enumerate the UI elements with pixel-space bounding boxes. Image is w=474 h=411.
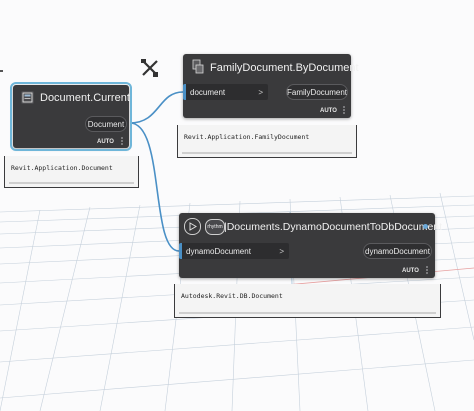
node-document-current[interactable]: Document.Current Document AUTO <box>10 82 132 151</box>
input-arrow: > <box>258 87 263 97</box>
output-port-document[interactable]: Document <box>85 116 127 132</box>
output-port-dynamo-document[interactable]: dynamoDocument <box>363 243 432 259</box>
input-port-dynamo-document[interactable]: dynamoDocument > <box>179 243 289 259</box>
preview-text: Revit.Application.FamilyDocument <box>184 133 310 141</box>
node-icon-frame <box>184 218 201 235</box>
node-title: Document.Current <box>40 92 130 104</box>
preview-bubble-dynamo-to-db: Autodesk.Revit.DB.Document <box>174 284 441 318</box>
input-arrow: > <box>279 246 284 256</box>
preview-text: Revit.Application.Document <box>11 164 113 172</box>
preview-bubble-document-current: Revit.Application.Document <box>4 156 139 188</box>
rhythm-package-icon: rhythm <box>205 219 225 235</box>
node-title: |Documents.DynamoDocumentToDbDocument <box>224 221 443 233</box>
output-port-family-document[interactable]: FamilyDocument <box>286 84 348 100</box>
wire-to-family-document <box>129 91 184 124</box>
lacing-label[interactable]: AUTO <box>402 268 419 274</box>
node-header[interactable]: rhythm |Documents.DynamoDocumentToDbDocu… <box>179 213 442 240</box>
input-port-label: document <box>190 87 226 97</box>
node-header[interactable]: FamilyDocument.ByDocument <box>183 54 359 80</box>
node-menu-dots[interactable] <box>426 266 428 275</box>
canvas-edge-marker <box>0 70 3 72</box>
preview-bubble-family-document: Revit.Application.FamilyDocument <box>177 125 357 158</box>
preview-scroll-bar <box>179 312 436 314</box>
preview-scroll-bar <box>182 152 352 154</box>
lacing-label[interactable]: AUTO <box>97 139 114 145</box>
node-header[interactable]: Document.Current <box>13 85 130 110</box>
input-port-label: dynamoDocument <box>186 246 251 256</box>
status-indicator <box>423 224 428 229</box>
preview-text: Autodesk.Revit.DB.Document <box>181 292 283 300</box>
node-family-document-by-document[interactable]: FamilyDocument.ByDocument document > Fam… <box>183 54 359 118</box>
play-icon <box>189 222 197 231</box>
lacing-label[interactable]: AUTO <box>320 108 337 114</box>
node-menu-dots[interactable] <box>343 106 345 115</box>
input-port-document[interactable]: document > <box>183 84 268 100</box>
wrench-icon[interactable] <box>140 58 160 83</box>
node-dynamo-document-to-db-document[interactable]: rhythm |Documents.DynamoDocumentToDbDocu… <box>179 213 442 278</box>
workspace-canvas[interactable]: Document.Current Document AUTO Revit.App… <box>0 0 474 411</box>
node-menu-dots[interactable] <box>121 137 123 146</box>
node-title: FamilyDocument.ByDocument <box>210 62 359 74</box>
family-document-icon <box>190 59 205 74</box>
preview-scroll-bar <box>9 182 134 184</box>
document-icon <box>21 91 34 104</box>
